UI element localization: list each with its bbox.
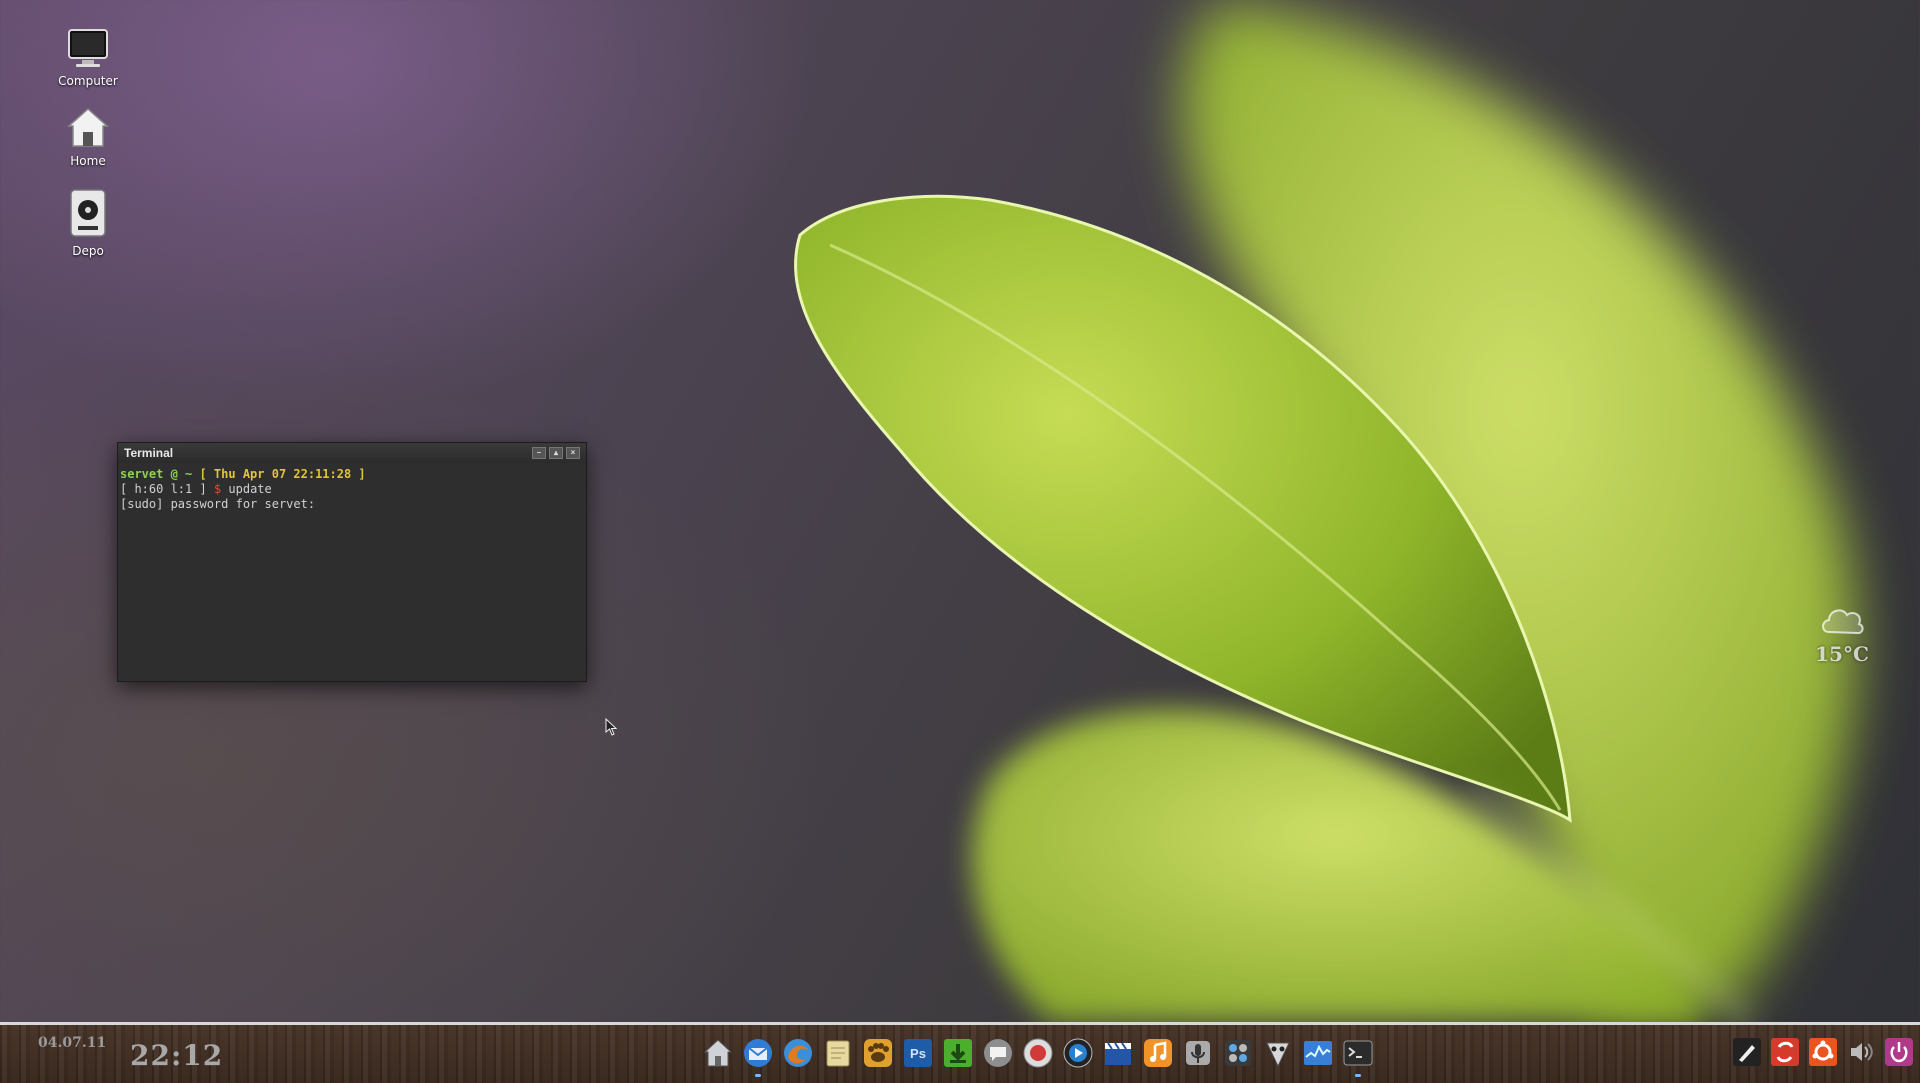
- mouse-cursor-icon: [605, 718, 618, 736]
- dock-home[interactable]: [702, 1037, 734, 1069]
- drive-icon: [70, 189, 106, 237]
- mic-icon: [1186, 1041, 1210, 1065]
- dock-microphone[interactable]: [1182, 1037, 1214, 1069]
- desktop-icon-label: Depo: [72, 244, 104, 258]
- prompt-date: [ Thu Apr 07 22:11:28 ]: [199, 467, 366, 481]
- temperature: 15°C: [1815, 642, 1869, 666]
- download-icon: [944, 1039, 972, 1067]
- dock-system-monitor[interactable]: [1302, 1037, 1334, 1069]
- tray-session[interactable]: [1884, 1037, 1914, 1067]
- dock-pidgin[interactable]: [1262, 1037, 1294, 1069]
- tray-sync[interactable]: [1770, 1037, 1800, 1067]
- pen-icon: [1733, 1038, 1761, 1066]
- dock-photoshop[interactable]: Ps: [902, 1037, 934, 1069]
- close-button[interactable]: ×: [566, 447, 580, 459]
- browser-icon: [784, 1039, 812, 1067]
- volume-icon: [1851, 1043, 1873, 1061]
- panel-date: 04.07.11: [38, 1035, 107, 1051]
- desktop-icon-label: Home: [70, 154, 106, 168]
- chat-icon: [984, 1039, 1012, 1067]
- minimize-button[interactable]: –: [532, 447, 546, 459]
- terminal-line: [sudo] password for servet:: [120, 497, 316, 511]
- dock-gimp[interactable]: [862, 1037, 894, 1069]
- desktop-icon-home[interactable]: Home: [38, 106, 138, 168]
- power-icon: [1885, 1038, 1913, 1066]
- control-icon: [1225, 1040, 1251, 1066]
- photoshop-icon: Ps: [904, 1039, 932, 1067]
- maximize-button[interactable]: ▴: [549, 447, 563, 459]
- monitor-icon: [68, 29, 108, 67]
- monitor-graph-icon: [1304, 1041, 1332, 1065]
- terminal-line: [ h:60 l:1 ] $ update: [120, 482, 584, 497]
- dock-video-editor[interactable]: [1102, 1037, 1134, 1069]
- record-icon: [1023, 1038, 1053, 1068]
- terminal-output[interactable]: servet @ ~ [ Thu Apr 07 22:11:28 ][ h:60…: [118, 463, 586, 516]
- prompt-user: servet @ ~: [120, 467, 193, 481]
- desktop-icon-label: Computer: [58, 74, 118, 88]
- sync-icon: [1771, 1038, 1799, 1066]
- music-icon: [1144, 1039, 1172, 1067]
- prompt-symbol: $: [213, 482, 222, 496]
- cloud-icon: [1822, 609, 1864, 635]
- command-text: update: [228, 482, 272, 496]
- desktop-icon-computer[interactable]: Computer: [38, 26, 138, 88]
- dock-media-player[interactable]: [1062, 1037, 1094, 1069]
- home-icon: [703, 1039, 733, 1067]
- terminal-window[interactable]: Terminal – ▴ × servet @ ~ [ Thu Apr 07 2…: [117, 442, 587, 682]
- photoshop-label: Ps: [910, 1046, 926, 1061]
- window-title: Terminal: [124, 446, 174, 460]
- clapper-icon: [1105, 1042, 1131, 1065]
- play-icon: [1063, 1038, 1093, 1068]
- tray-ubuntu[interactable]: [1808, 1037, 1838, 1067]
- dock-terminal[interactable]: [1342, 1037, 1374, 1077]
- dock-chat[interactable]: [982, 1037, 1014, 1069]
- dock: Ps: [702, 1037, 1374, 1077]
- dock-downloads[interactable]: [942, 1037, 974, 1069]
- dock-firefox[interactable]: [782, 1037, 814, 1069]
- home-folder-icon: [67, 107, 109, 147]
- bottom-panel: 04.07.11 22:12 Ps: [0, 1022, 1920, 1083]
- system-tray: [1732, 1037, 1914, 1067]
- dock-thunderbird[interactable]: [742, 1037, 774, 1077]
- desktop-icon-depo[interactable]: Depo: [38, 188, 138, 258]
- terminal-line: servet @ ~ [ Thu Apr 07 22:11:28 ]: [120, 467, 584, 482]
- notes-icon: [826, 1040, 850, 1067]
- weather-widget[interactable]: 15°C: [1812, 602, 1872, 666]
- dock-settings[interactable]: [1222, 1037, 1254, 1069]
- paw-icon: [864, 1039, 892, 1067]
- terminal-titlebar[interactable]: Terminal – ▴ ×: [118, 443, 586, 463]
- tray-volume[interactable]: [1846, 1037, 1876, 1067]
- dock-recorder[interactable]: [1022, 1037, 1054, 1069]
- pidgin-icon: [1266, 1042, 1290, 1068]
- terminal-icon: [1343, 1040, 1373, 1066]
- panel-time: 22:12: [130, 1039, 224, 1072]
- ubuntu-icon: [1809, 1038, 1837, 1066]
- dock-notes[interactable]: [822, 1037, 854, 1069]
- mail-icon: [744, 1039, 772, 1067]
- prompt-info: [ h:60 l:1 ]: [120, 482, 207, 496]
- tray-pen-tool[interactable]: [1732, 1037, 1762, 1067]
- dock-music[interactable]: [1142, 1037, 1174, 1069]
